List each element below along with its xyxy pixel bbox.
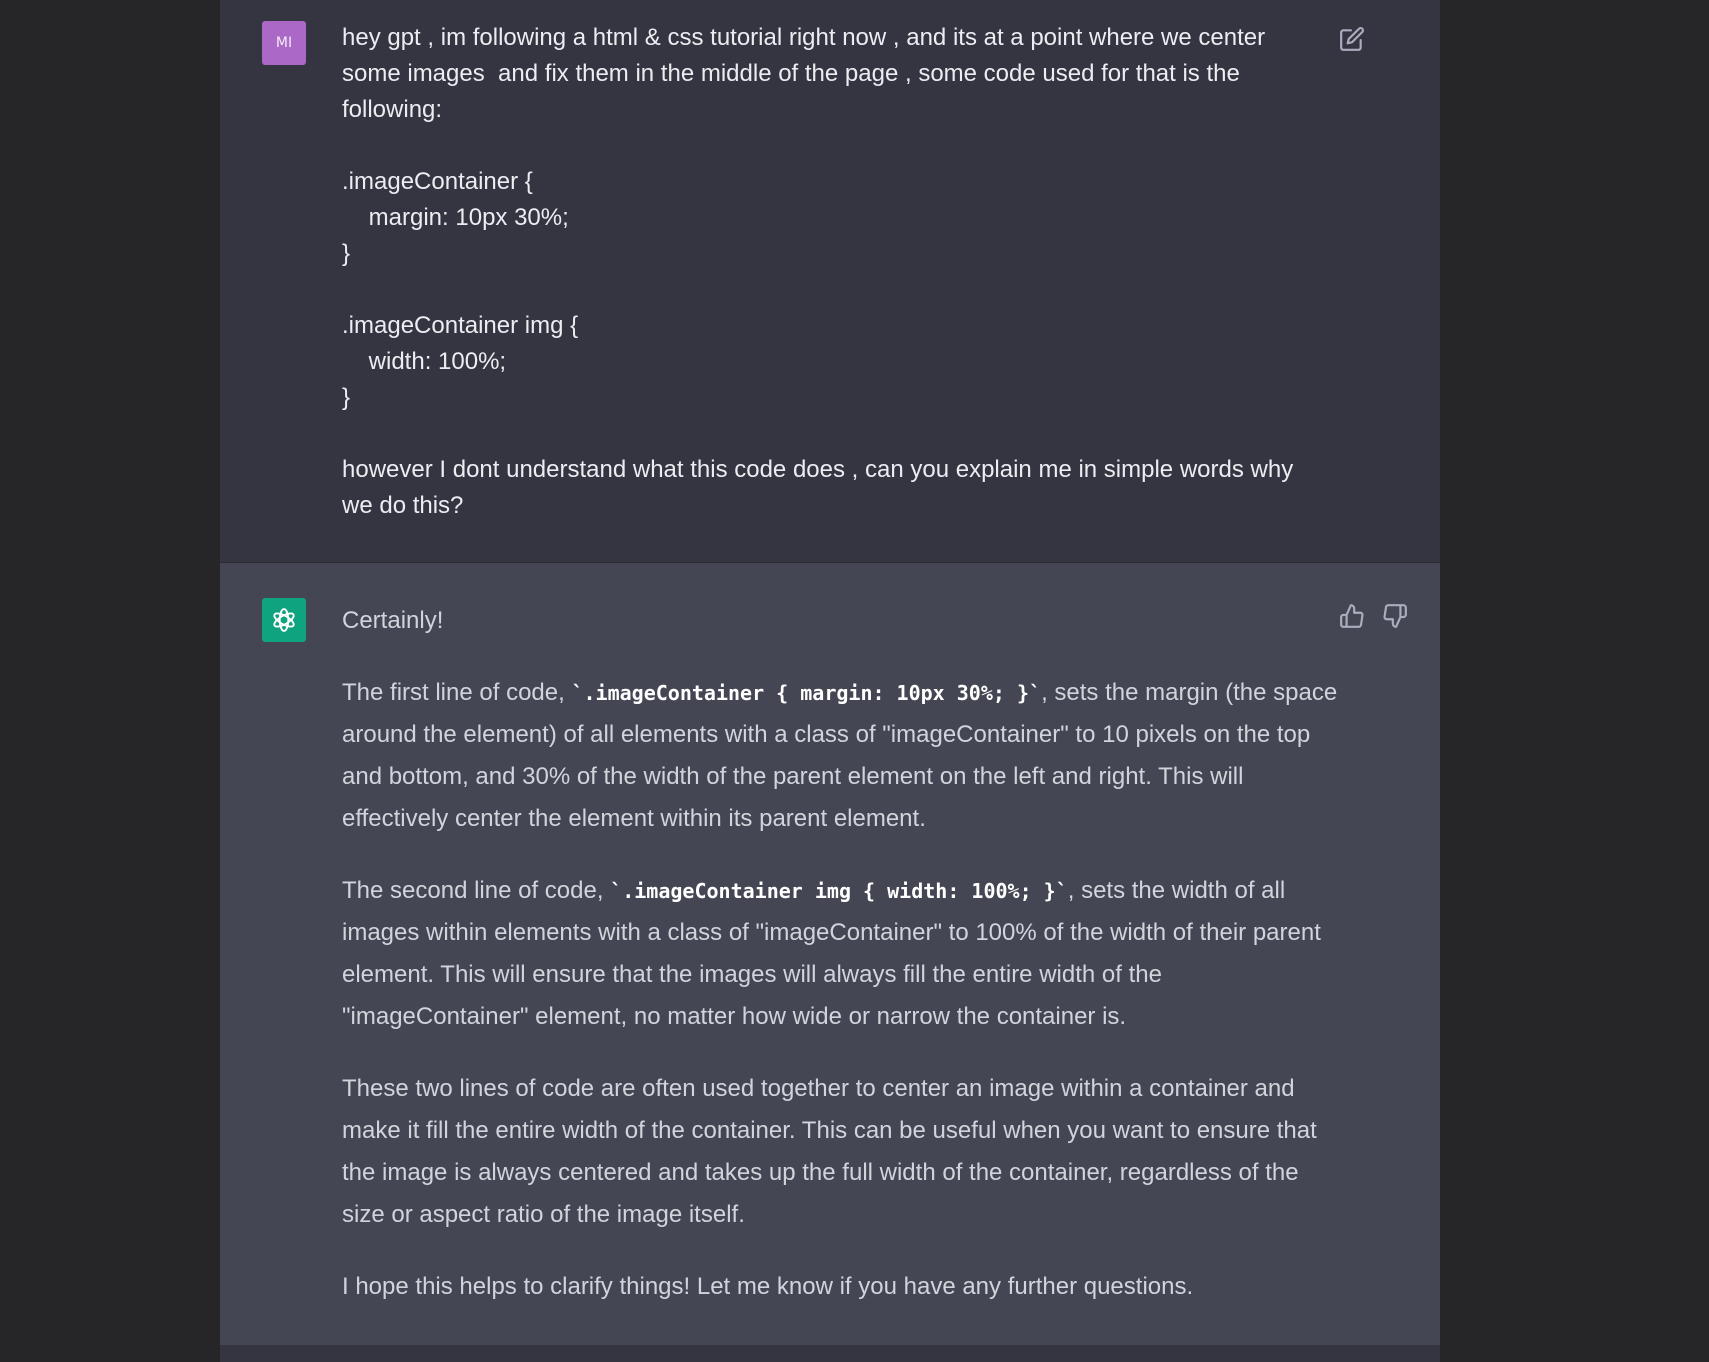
p1-before: The first line of code, (342, 679, 572, 706)
bottom-strip (220, 1345, 1440, 1362)
edit-icon[interactable] (1339, 26, 1365, 52)
p2-before: The second line of code, (342, 877, 611, 904)
assistant-message-text: Certainly! The first line of code, `.ima… (342, 600, 1342, 1338)
user-message: MI hey gpt , im following a html & css t… (220, 0, 1440, 562)
assistant-avatar (262, 598, 306, 642)
assistant-greeting: Certainly! (342, 607, 444, 634)
assistant-paragraph-2: The second line of code, `.imageContaine… (342, 870, 1342, 1038)
openai-logo-icon (273, 608, 295, 632)
assistant-paragraph-4: I hope this helps to clarify things! Let… (342, 1273, 1194, 1300)
thumbs-up-icon[interactable] (1339, 603, 1365, 629)
assistant-paragraph-1: The first line of code, `.imageContainer… (342, 672, 1342, 840)
user-avatar: MI (262, 21, 306, 65)
chat-column: MI hey gpt , im following a html & css t… (220, 0, 1440, 1362)
assistant-paragraph-3: These two lines of code are often used t… (342, 1075, 1317, 1228)
p2-code: `.imageContainer img { width: 100%; }` (610, 879, 1068, 903)
thumbs-down-icon[interactable] (1382, 603, 1408, 629)
p1-code: `.imageContainer { margin: 10px 30%; }` (571, 681, 1042, 705)
user-message-text: hey gpt , im following a html & css tuto… (342, 24, 1294, 519)
